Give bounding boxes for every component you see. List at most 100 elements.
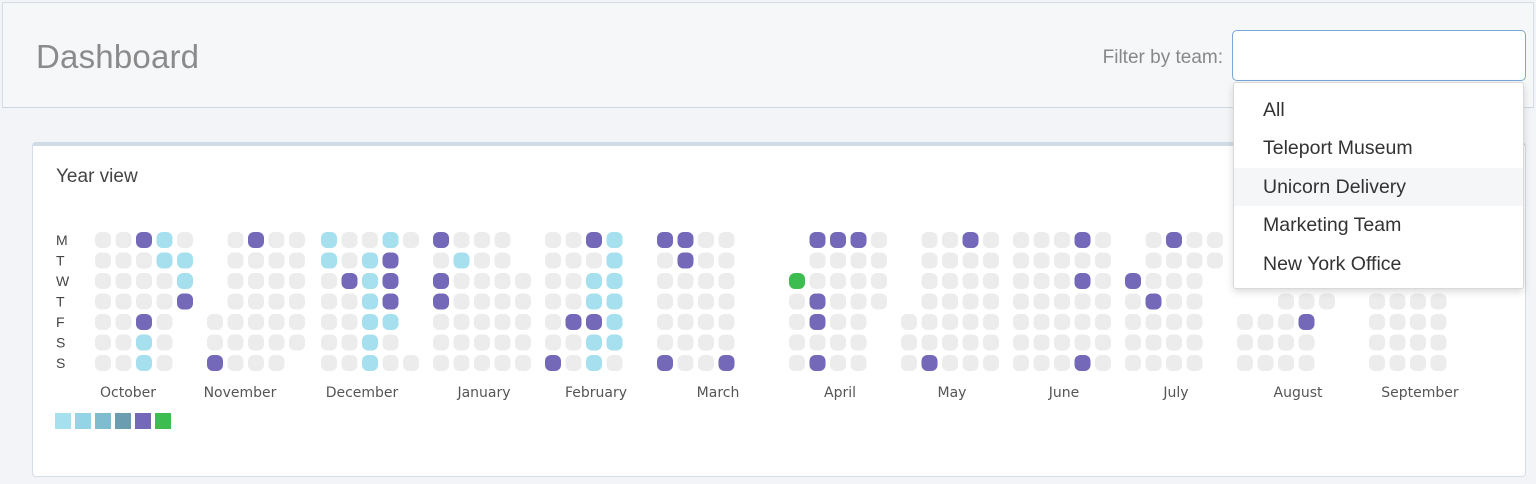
day-cell[interactable] — [268, 252, 285, 269]
day-cell[interactable] — [830, 334, 846, 351]
day-cell[interactable] — [321, 355, 337, 371]
day-cell[interactable] — [718, 314, 735, 330]
day-cell[interactable] — [248, 355, 264, 371]
day-cell[interactable] — [1125, 334, 1141, 351]
day-cell[interactable] — [248, 273, 264, 289]
day-cell[interactable] — [156, 314, 173, 330]
day-cell[interactable] — [289, 232, 305, 248]
day-cell[interactable] — [586, 293, 602, 310]
day-cell[interactable] — [1207, 252, 1223, 269]
day-cell[interactable] — [227, 293, 244, 310]
day-cell[interactable] — [382, 355, 399, 371]
dropdown-option-unicorn-delivery[interactable]: Unicorn Delivery — [1234, 167, 1523, 207]
day-cell[interactable] — [657, 334, 673, 351]
day-cell[interactable] — [545, 293, 561, 310]
day-cell[interactable] — [1410, 314, 1426, 330]
day-cell[interactable] — [362, 355, 378, 371]
day-cell[interactable] — [362, 273, 378, 289]
day-cell[interactable] — [341, 252, 358, 269]
day-cell[interactable] — [698, 232, 714, 248]
day-cell[interactable] — [942, 314, 958, 330]
day-cell[interactable] — [515, 273, 531, 289]
day-cell[interactable] — [586, 273, 602, 289]
day-cell[interactable] — [1410, 355, 1426, 371]
day-cell[interactable] — [403, 355, 419, 371]
day-cell[interactable] — [850, 293, 867, 310]
day-cell[interactable] — [248, 232, 264, 248]
day-cell[interactable] — [95, 293, 111, 310]
day-cell[interactable] — [268, 232, 285, 248]
day-cell[interactable] — [362, 232, 378, 248]
day-cell[interactable] — [474, 314, 490, 330]
day-cell[interactable] — [1095, 314, 1111, 330]
day-cell[interactable] — [942, 273, 958, 289]
day-cell[interactable] — [156, 232, 173, 248]
day-cell[interactable] — [586, 355, 602, 371]
day-cell[interactable] — [789, 334, 805, 351]
day-cell[interactable] — [871, 252, 887, 269]
day-cell[interactable] — [809, 252, 826, 269]
day-cell[interactable] — [718, 273, 735, 289]
day-cell[interactable] — [1033, 314, 1050, 330]
day-cell[interactable] — [1186, 355, 1203, 371]
dropdown-option-new-york-office[interactable]: New York Office — [1234, 245, 1523, 283]
day-cell[interactable] — [789, 273, 805, 289]
day-cell[interactable] — [1186, 232, 1203, 248]
day-cell[interactable] — [698, 334, 714, 351]
day-cell[interactable] — [809, 314, 826, 330]
day-cell[interactable] — [115, 334, 132, 351]
day-cell[interactable] — [289, 273, 305, 289]
day-cell[interactable] — [433, 293, 449, 310]
day-cell[interactable] — [268, 334, 285, 351]
day-cell[interactable] — [1013, 334, 1029, 351]
day-cell[interactable] — [545, 252, 561, 269]
day-cell[interactable] — [1125, 293, 1141, 310]
day-cell[interactable] — [921, 273, 938, 289]
day-cell[interactable] — [983, 232, 999, 248]
day-cell[interactable] — [565, 293, 582, 310]
day-cell[interactable] — [1278, 293, 1294, 310]
day-cell[interactable] — [606, 252, 623, 269]
day-cell[interactable] — [1095, 334, 1111, 351]
day-cell[interactable] — [1430, 334, 1447, 351]
day-cell[interactable] — [1125, 273, 1141, 289]
day-cell[interactable] — [1257, 355, 1274, 371]
day-cell[interactable] — [1207, 232, 1223, 248]
day-cell[interactable] — [1013, 232, 1029, 248]
day-cell[interactable] — [1410, 293, 1426, 310]
day-cell[interactable] — [962, 273, 979, 289]
day-cell[interactable] — [382, 314, 399, 330]
day-cell[interactable] — [1013, 293, 1029, 310]
day-cell[interactable] — [677, 293, 694, 310]
day-cell[interactable] — [494, 273, 511, 289]
day-cell[interactable] — [1166, 334, 1182, 351]
day-cell[interactable] — [545, 334, 561, 351]
day-cell[interactable] — [177, 293, 193, 310]
day-cell[interactable] — [850, 314, 867, 330]
day-cell[interactable] — [268, 355, 285, 371]
dropdown-option-marketing-team[interactable]: Marketing Team — [1234, 206, 1523, 244]
day-cell[interactable] — [606, 314, 623, 330]
day-cell[interactable] — [871, 273, 887, 289]
day-cell[interactable] — [115, 232, 132, 248]
day-cell[interactable] — [1033, 355, 1050, 371]
day-cell[interactable] — [453, 334, 470, 351]
day-cell[interactable] — [586, 314, 602, 330]
day-cell[interactable] — [474, 293, 490, 310]
day-cell[interactable] — [453, 314, 470, 330]
day-cell[interactable] — [433, 252, 449, 269]
day-cell[interactable] — [321, 293, 337, 310]
day-cell[interactable] — [289, 314, 305, 330]
day-cell[interactable] — [657, 355, 673, 371]
day-cell[interactable] — [1054, 293, 1070, 310]
day-cell[interactable] — [586, 334, 602, 351]
day-cell[interactable] — [921, 252, 938, 269]
day-cell[interactable] — [115, 355, 132, 371]
day-cell[interactable] — [207, 355, 223, 371]
day-cell[interactable] — [382, 232, 399, 248]
day-cell[interactable] — [962, 314, 979, 330]
day-cell[interactable] — [1033, 232, 1050, 248]
day-cell[interactable] — [1074, 252, 1091, 269]
day-cell[interactable] — [586, 252, 602, 269]
day-cell[interactable] — [789, 293, 805, 310]
